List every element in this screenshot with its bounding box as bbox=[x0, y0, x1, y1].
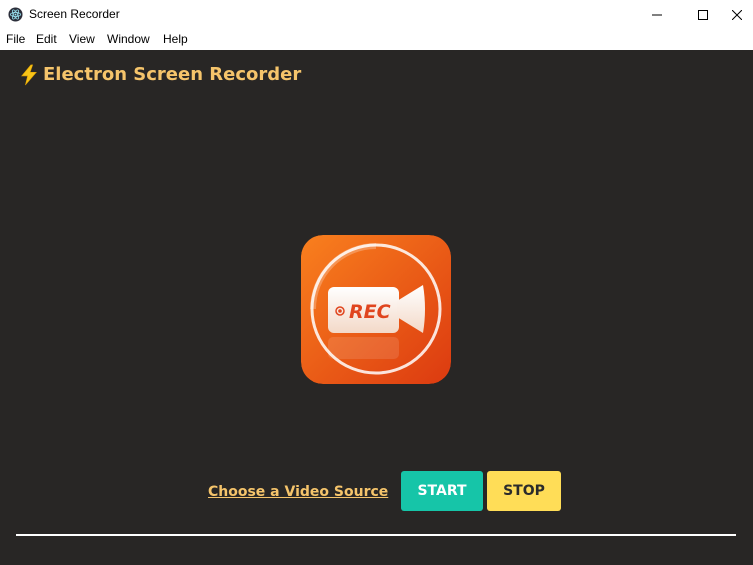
menu-window[interactable]: Window bbox=[107, 32, 150, 47]
title-bar: Screen Recorder bbox=[0, 0, 753, 29]
start-button[interactable]: START bbox=[401, 471, 483, 511]
lightning-bolt-icon bbox=[21, 64, 37, 86]
window-title: Screen Recorder bbox=[29, 7, 120, 21]
menu-bar: File Edit View Window Help bbox=[0, 29, 753, 50]
logo-rec-text: REC bbox=[349, 301, 391, 323]
menu-help[interactable]: Help bbox=[163, 32, 188, 47]
electron-app-icon bbox=[8, 7, 23, 22]
close-icon bbox=[731, 9, 742, 20]
menu-view[interactable]: View bbox=[69, 32, 95, 47]
app-heading: Electron Screen Recorder bbox=[18, 64, 301, 86]
menu-edit[interactable]: Edit bbox=[36, 32, 57, 47]
close-button[interactable] bbox=[720, 0, 753, 29]
app-content: Electron Screen Recorder REC Choose a Vi… bbox=[0, 50, 753, 565]
stop-button[interactable]: STOP bbox=[487, 471, 561, 511]
rec-camera-logo: REC bbox=[301, 235, 451, 384]
minimize-button[interactable] bbox=[634, 0, 680, 29]
app-title: Electron Screen Recorder bbox=[43, 64, 302, 85]
menu-file[interactable]: File bbox=[6, 32, 25, 47]
divider bbox=[16, 534, 736, 536]
minimize-icon bbox=[652, 14, 662, 15]
choose-video-source-link[interactable]: Choose a Video Source bbox=[208, 483, 388, 501]
maximize-icon bbox=[698, 9, 708, 20]
